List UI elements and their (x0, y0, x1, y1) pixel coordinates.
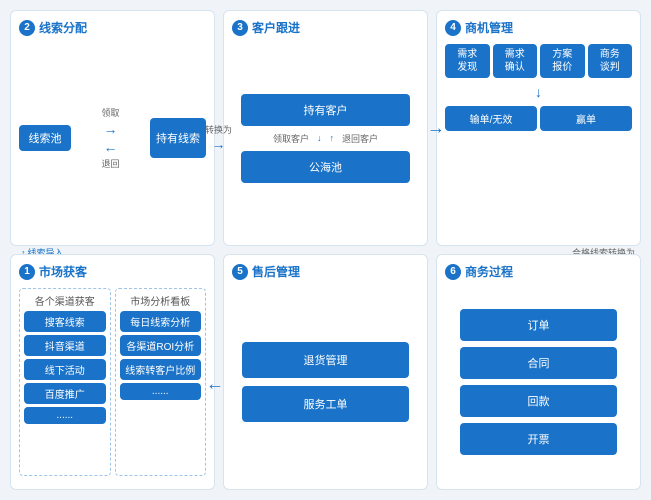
stage-need-confirm: 需求确认 (493, 44, 538, 78)
item-return: 退货管理 (242, 342, 409, 378)
item-offline: 线下活动 (24, 359, 106, 380)
public-pool: 公海池 (241, 151, 409, 183)
item-contract: 合同 (460, 347, 617, 379)
left-arrow-icon: ← (206, 373, 224, 393)
item-more2: ...... (120, 383, 202, 400)
owned-customer: 持有客户 (241, 94, 409, 126)
panel-commerce: 6 商务过程 订单 合同 回款 开票 (436, 254, 641, 490)
panel2-num: 3 (232, 20, 248, 36)
panel-lead-distribution: 2 线索分配 线索池 领取 → ← 退回 持有线索 转换为 → (10, 10, 215, 246)
item-douyin: 抖音渠道 (24, 335, 106, 356)
item-conversion-rate: 线索转客户比例 (120, 359, 202, 380)
market-col1: 各个渠道获客 搜客线索 抖音渠道 线下活动 百度推广 ...... (19, 288, 111, 476)
col2-title: 市场分析看板 (120, 293, 202, 308)
item-search-leads: 搜客线索 (24, 311, 106, 332)
arrow-right-icon: → (103, 121, 117, 137)
item-invoice: 开票 (460, 423, 617, 455)
top-row: 2 线索分配 线索池 领取 → ← 退回 持有线索 转换为 → (10, 10, 641, 246)
stage-negotiation: 商务谈判 (588, 44, 633, 78)
panel2-title: 3 客户跟进 (232, 19, 419, 36)
convert-arrow: 转换为 → (205, 123, 232, 152)
main-container: 2 线索分配 线索池 领取 → ← 退回 持有线索 转换为 → (0, 0, 651, 500)
panel2-content: 持有客户 领取客户 ↓ ↑ 退回客户 公海池 (232, 44, 419, 232)
outcome-boxes: 输单/无效 赢单 (445, 106, 632, 131)
panel6-title: 6 商务过程 (445, 263, 632, 280)
panel3-title: 4 商机管理 (445, 19, 632, 36)
customer-arrows: 领取客户 ↓ ↑ 退回客户 (273, 132, 378, 145)
stage-need-discovery: 需求发现 (445, 44, 490, 78)
convert-label: 转换为 (205, 123, 232, 136)
item-payment: 回款 (460, 385, 617, 417)
panel5-from-6-arrow: ← (206, 373, 224, 394)
panel1-title-text: 线索分配 (39, 19, 87, 36)
stage-down-arrow: ↓ (535, 84, 542, 100)
panel-customer-followup: 3 客户跟进 持有客户 领取客户 ↓ ↑ 退回客户 公海池 → (223, 10, 428, 246)
lose-deal: 输单/无效 (445, 106, 537, 131)
panel6-content: 订单 合同 回款 开票 (445, 288, 632, 476)
right-arrow-icon: → (211, 136, 225, 152)
take-customer-label: 领取客户 (273, 132, 309, 145)
panel-market: 1 市场获客 各个渠道获客 搜客线索 抖音渠道 线下活动 百度推广 ......… (10, 254, 215, 490)
lead-arrows: 领取 → ← 退回 (101, 106, 119, 170)
panel4-content: 各个渠道获客 搜客线索 抖音渠道 线下活动 百度推广 ...... 市场分析看板… (19, 288, 206, 476)
down-arrow-row: ↓ (445, 84, 632, 100)
right-arrow-icon2: → (427, 118, 445, 138)
panel3-title-text: 商机管理 (465, 19, 513, 36)
col1-title: 各个渠道获客 (24, 293, 106, 308)
owned-leads: 持有线索 (150, 118, 206, 158)
panel5-title-text: 售后管理 (252, 263, 300, 280)
return-customer-label: 退回客户 (342, 132, 378, 145)
market-col2: 市场分析看板 每日线索分析 各渠道ROI分析 线索转客户比例 ...... (115, 288, 207, 476)
item-baidu: 百度推广 (24, 383, 106, 404)
bottom-row: 1 市场获客 各个渠道获客 搜客线索 抖音渠道 线下活动 百度推广 ......… (10, 254, 641, 490)
panel1-content: 线索池 领取 → ← 退回 持有线索 (19, 44, 206, 232)
panel4-num: 1 (19, 264, 35, 280)
down-arrow-icon: ↓ (317, 133, 322, 143)
win-deal: 赢单 (540, 106, 632, 131)
item-more1: ...... (24, 407, 106, 424)
panel-aftersales: 5 售后管理 退货管理 服务工单 ← (223, 254, 428, 490)
panel5-content: 退货管理 服务工单 (232, 288, 419, 476)
col1-items: 搜客线索 抖音渠道 线下活动 百度推广 ...... (24, 311, 106, 424)
panel5-num: 5 (232, 264, 248, 280)
panel1-num: 2 (19, 20, 35, 36)
item-daily-analysis: 每日线索分析 (120, 311, 202, 332)
panel6-title-text: 商务过程 (465, 263, 513, 280)
take-label: 领取 (101, 106, 119, 119)
arrow-left-icon: ← (103, 139, 117, 155)
panel5-title: 5 售后管理 (232, 263, 419, 280)
return-label: 退回 (101, 157, 119, 170)
panel2-to-3-arrow: → (427, 118, 445, 139)
item-order: 订单 (460, 309, 617, 341)
opportunity-stages: 需求发现 需求确认 方案报价 商务谈判 (445, 44, 632, 78)
col2-items: 每日线索分析 各渠道ROI分析 线索转客户比例 ...... (120, 311, 202, 400)
item-channel-roi: 各渠道ROI分析 (120, 335, 202, 356)
panel3-content: 需求发现 需求确认 方案报价 商务谈判 ↓ 输单/无效 赢单 (445, 44, 632, 232)
panel3-num: 4 (445, 20, 461, 36)
panel-opportunity: 4 商机管理 需求发现 需求确认 方案报价 商务谈判 ↓ 输单/无效 赢单 (436, 10, 641, 246)
up-arrow-icon2: ↑ (330, 133, 335, 143)
panel4-title: 1 市场获客 (19, 263, 206, 280)
panel6-num: 6 (445, 264, 461, 280)
panel2-title-text: 客户跟进 (252, 19, 300, 36)
stage-proposal: 方案报价 (540, 44, 585, 78)
panel1-title: 2 线索分配 (19, 19, 206, 36)
lead-pool: 线索池 (19, 125, 71, 151)
lead-pool-box: 线索池 (19, 125, 71, 151)
item-service: 服务工单 (242, 386, 409, 422)
panel4-title-text: 市场获客 (39, 263, 87, 280)
